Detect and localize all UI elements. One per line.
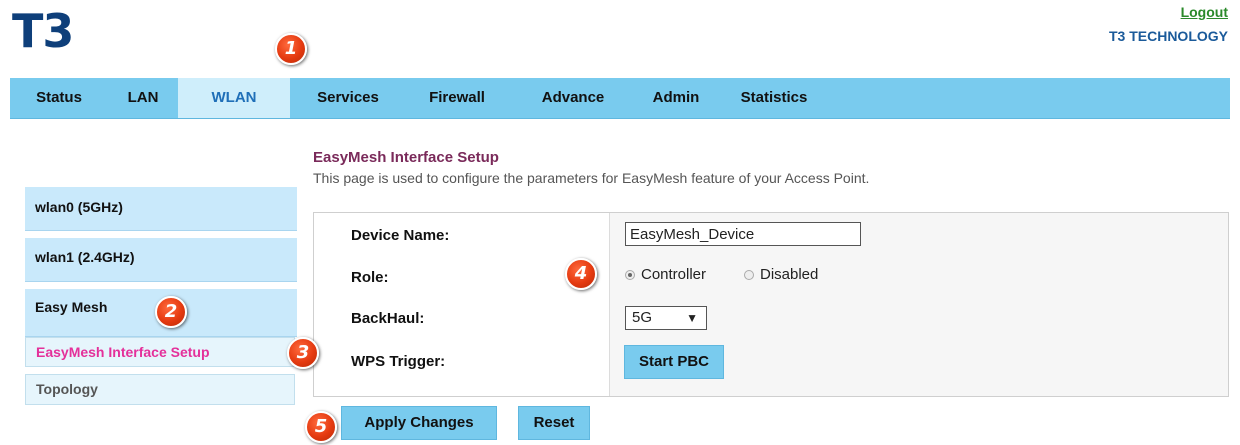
apply-changes-button[interactable]: Apply Changes (341, 406, 497, 440)
wps-trigger-label: WPS Trigger: (351, 353, 446, 370)
easymesh-form: Device Name: Role: Controller Disabled B… (313, 212, 1229, 397)
nav-tab-statistics[interactable]: Statistics (714, 78, 834, 118)
radio-disabled[interactable] (744, 269, 754, 280)
device-name-input[interactable] (625, 222, 861, 246)
device-name-label: Device Name: (351, 227, 450, 244)
nav-tab-admin[interactable]: Admin (638, 78, 714, 118)
sidebar-item-wlan1[interactable]: wlan1 (2.4GHz) (25, 238, 297, 282)
role-option-controller[interactable]: Controller (625, 266, 706, 283)
main-nav-bar: Status LAN WLAN Services Firewall Advanc… (10, 78, 1230, 119)
radio-controller[interactable] (625, 269, 635, 280)
annotation-badge-1: 1 (275, 33, 307, 65)
page-description: This page is used to configure the param… (313, 170, 870, 186)
logout-link[interactable]: Logout (1181, 4, 1228, 20)
nav-tab-wlan[interactable]: WLAN (178, 78, 290, 118)
sidebar-subitem-easymesh-interface-setup[interactable]: EasyMesh Interface Setup (25, 337, 295, 367)
backhaul-selected-value: 5G (632, 309, 653, 326)
backhaul-label: BackHaul: (351, 310, 425, 327)
role-controller-label: Controller (641, 266, 707, 283)
backhaul-select[interactable]: 5G ▼ (625, 306, 707, 330)
role-label: Role: (351, 269, 389, 286)
dropdown-arrow-icon: ▼ (686, 311, 698, 325)
annotation-badge-2: 2 (155, 296, 187, 328)
reset-button[interactable]: Reset (518, 406, 590, 440)
nav-tab-status[interactable]: Status (10, 78, 108, 118)
start-pbc-button[interactable]: Start PBC (624, 345, 724, 379)
page-title: EasyMesh Interface Setup (313, 149, 499, 166)
nav-tab-advance[interactable]: Advance (508, 78, 638, 118)
sidebar-subitem-topology[interactable]: Topology (25, 374, 295, 405)
company-name: T3 TECHNOLOGY (1108, 28, 1228, 44)
nav-tab-lan[interactable]: LAN (108, 78, 178, 118)
nav-tab-firewall[interactable]: Firewall (406, 78, 508, 118)
role-option-disabled[interactable]: Disabled (744, 266, 818, 283)
annotation-badge-3: 3 (287, 337, 319, 369)
role-disabled-label: Disabled (760, 266, 819, 283)
annotation-badge-5: 5 (305, 411, 337, 443)
sidebar-item-wlan0[interactable]: wlan0 (5GHz) (25, 187, 297, 231)
annotation-badge-4: 4 (565, 258, 597, 290)
brand-logo: T3 (12, 4, 74, 58)
nav-tab-services[interactable]: Services (290, 78, 406, 118)
